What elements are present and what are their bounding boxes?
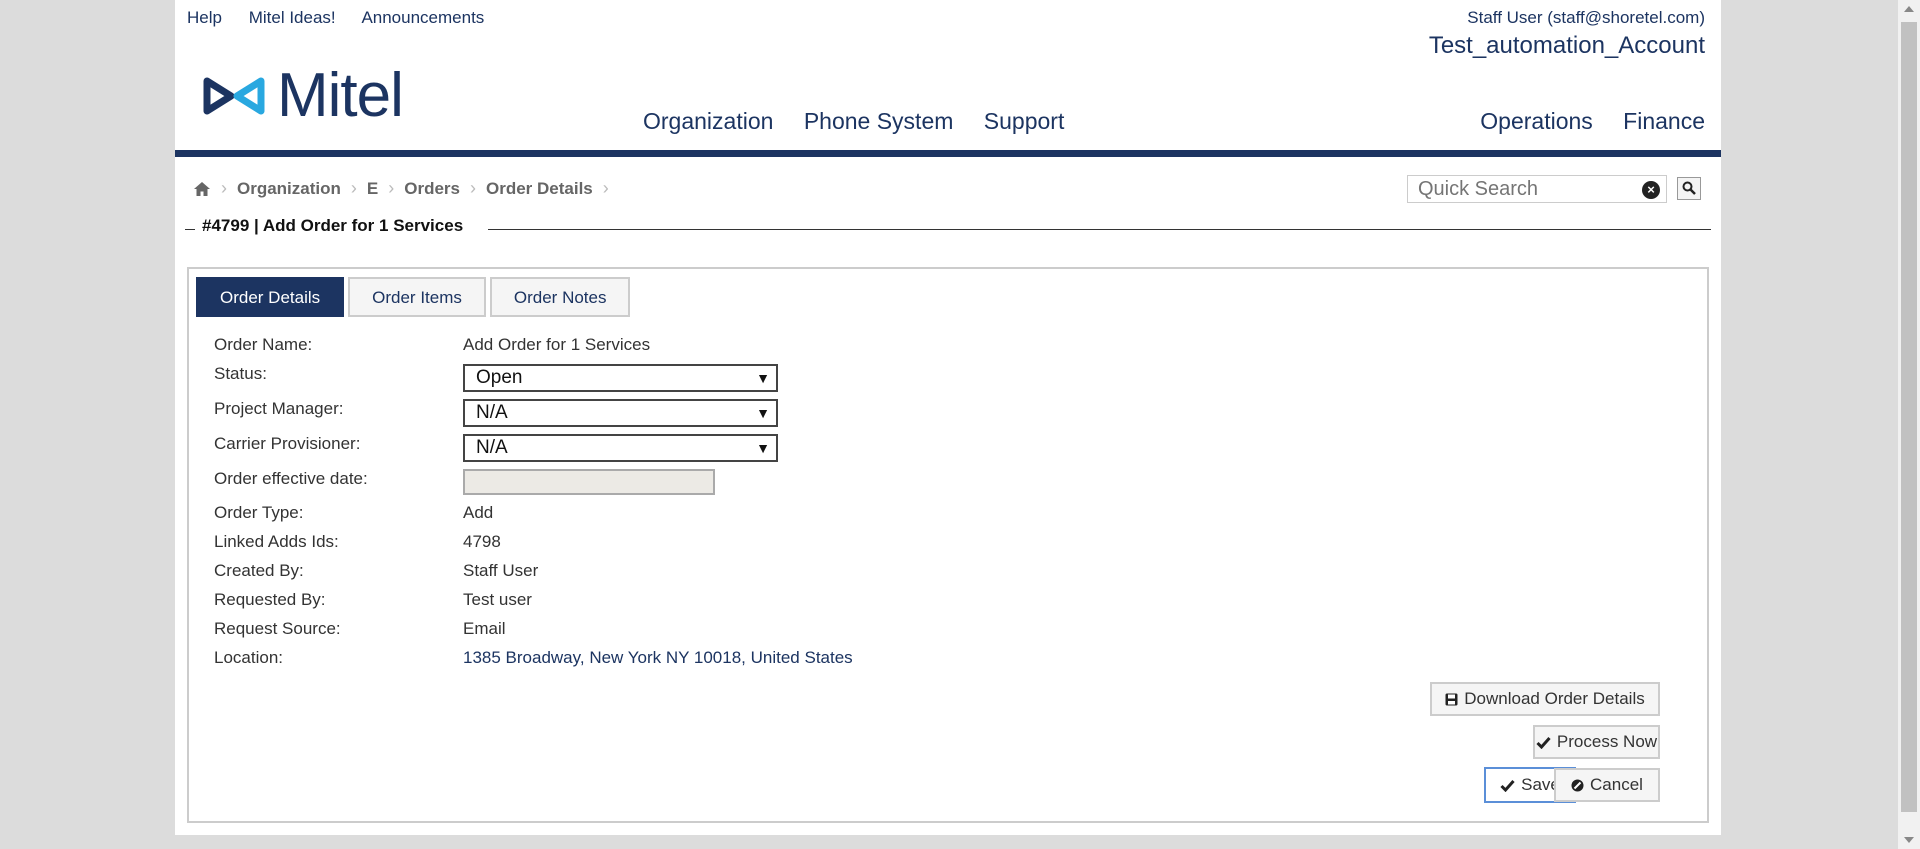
account-name: Test_automation_Account <box>1428 32 1705 59</box>
nav-operations[interactable]: Operations <box>1480 108 1593 134</box>
chevron-right-icon: › <box>350 178 357 198</box>
nav-phone-system[interactable]: Phone System <box>804 108 954 134</box>
dropdown-arrow-icon: ▼ <box>756 370 770 386</box>
chevron-right-icon: › <box>470 178 476 198</box>
requested-by-label: Requested By: <box>214 590 326 609</box>
download-icon <box>1445 693 1458 705</box>
page-container: Help Mitel Ideas! Announcements Staff Us… <box>175 0 1721 835</box>
nav-organization[interactable]: Organization <box>643 108 773 134</box>
scroll-down-icon[interactable] <box>1904 837 1914 843</box>
project-manager-selected-value: N/A <box>476 402 508 423</box>
linked-adds-label: Linked Adds Ids: <box>214 532 339 551</box>
request-source-value: Email <box>463 619 506 638</box>
check-icon <box>1536 736 1551 749</box>
tab-bar: Order Details Order Items Order Notes <box>196 277 634 317</box>
cancel-button[interactable]: Cancel <box>1554 768 1660 802</box>
effective-date-input[interactable] <box>463 469 715 495</box>
mitel-logo[interactable]: Mitel <box>203 60 404 131</box>
home-icon[interactable] <box>193 181 211 197</box>
dropdown-arrow-icon: ▼ <box>756 405 770 421</box>
search-button[interactable] <box>1677 177 1701 200</box>
breadcrumb-orders[interactable]: Orders <box>404 179 460 199</box>
chevron-right-icon: › <box>388 178 395 198</box>
tab-order-items[interactable]: Order Items <box>348 277 486 317</box>
right-nav: Operations Finance <box>1456 108 1705 135</box>
created-by-value: Staff User <box>463 561 539 580</box>
main-nav: Organization Phone System Support <box>643 108 1088 135</box>
download-order-details-label: Download Order Details <box>1464 689 1645 708</box>
requested-by-value: Test user <box>463 590 532 609</box>
location-label: Location: <box>214 648 283 667</box>
effective-date-label: Order effective date: <box>214 469 368 488</box>
title-divider-left <box>185 229 195 230</box>
nav-support[interactable]: Support <box>984 108 1065 134</box>
order-panel: Order Details Order Items Order Notes Or… <box>187 267 1709 823</box>
quick-search-input[interactable] <box>1408 176 1633 202</box>
title-divider-right <box>488 229 1711 230</box>
order-type-label: Order Type: <box>214 503 304 522</box>
help-link[interactable]: Help <box>187 8 222 27</box>
breadcrumb-account[interactable]: E <box>367 179 378 199</box>
quick-search-box: × <box>1407 175 1667 203</box>
cancel-label: Cancel <box>1590 775 1643 794</box>
page-title: #4799 | Add Order for 1 Services <box>202 216 464 235</box>
chevron-right-icon: › <box>221 178 227 198</box>
request-source-label: Request Source: <box>214 619 341 638</box>
download-order-details-button[interactable]: Download Order Details <box>1430 682 1660 716</box>
scroll-up-icon[interactable] <box>1904 6 1914 12</box>
location-link[interactable]: 1385 Broadway, New York NY 10018, United… <box>463 648 853 668</box>
clear-search-icon[interactable]: × <box>1642 181 1660 199</box>
carrier-provisioner-select[interactable]: N/A ▼ <box>463 434 778 462</box>
created-by-label: Created By: <box>214 561 304 580</box>
mitel-ideas-link[interactable]: Mitel Ideas! <box>249 8 336 27</box>
order-name-value: Add Order for 1 Services <box>463 335 651 354</box>
breadcrumb: › Organization › E › Orders › Order Deta… <box>193 178 619 199</box>
status-selected-value: Open <box>476 367 523 388</box>
top-links: Help Mitel Ideas! Announcements <box>187 8 506 28</box>
tab-order-details[interactable]: Order Details <box>196 277 345 317</box>
status-label: Status: <box>214 364 267 383</box>
mitel-logo-icon <box>203 77 265 114</box>
user-info[interactable]: Staff User (staff@shoretel.com) <box>1467 8 1705 28</box>
project-manager-select[interactable]: N/A ▼ <box>463 399 778 427</box>
nav-finance[interactable]: Finance <box>1623 108 1705 134</box>
project-manager-label: Project Manager: <box>214 399 344 418</box>
tab-order-notes[interactable]: Order Notes <box>489 277 631 317</box>
vertical-scrollbar[interactable] <box>1898 0 1920 849</box>
order-type-value: Add <box>463 503 494 522</box>
announcements-link[interactable]: Announcements <box>361 8 484 27</box>
process-now-label: Process Now <box>1556 732 1658 751</box>
carrier-provisioner-selected-value: N/A <box>476 437 508 458</box>
process-now-button[interactable]: Process Now <box>1533 725 1660 759</box>
dropdown-arrow-icon: ▼ <box>756 440 770 456</box>
chevron-right-icon: › <box>602 178 609 198</box>
status-select[interactable]: Open ▼ <box>463 364 778 392</box>
logo-text: Mitel <box>277 61 404 130</box>
linked-adds-value: 4798 <box>463 532 501 551</box>
breadcrumb-order-details[interactable]: Order Details <box>486 179 593 199</box>
scrollbar-thumb[interactable] <box>1901 22 1917 812</box>
cancel-icon <box>1571 779 1584 791</box>
check-icon <box>1500 779 1515 792</box>
nav-divider-bar <box>175 150 1721 157</box>
order-name-label: Order Name: <box>214 335 313 354</box>
breadcrumb-organization[interactable]: Organization <box>237 179 341 199</box>
carrier-provisioner-label: Carrier Provisioner: <box>214 434 361 453</box>
search-icon <box>1682 181 1696 195</box>
